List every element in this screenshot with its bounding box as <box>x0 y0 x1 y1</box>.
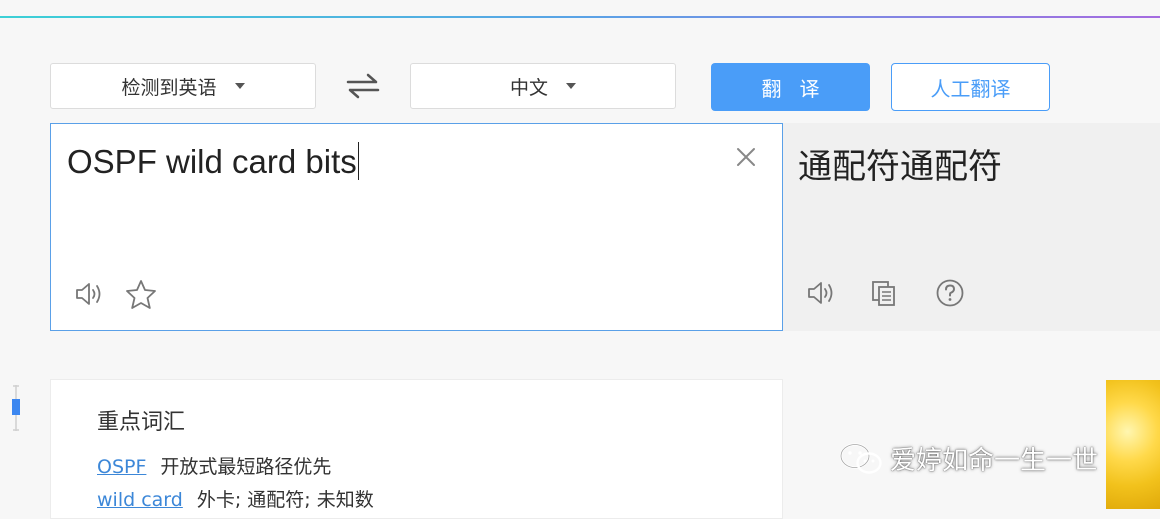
text-cursor <box>357 142 360 180</box>
help-button[interactable] <box>933 276 967 310</box>
chevron-down-icon <box>234 83 245 89</box>
favorite-button[interactable] <box>124 277 158 311</box>
translate-button-label: 翻译 <box>761 76 838 101</box>
target-language-label: 中文 <box>509 76 548 99</box>
translate-button[interactable]: 翻译 <box>711 63 870 111</box>
speaker-icon <box>808 282 833 304</box>
translation-result-text: 通配符通配符 <box>798 147 1002 187</box>
copy-icon <box>872 281 895 306</box>
swap-languages-button[interactable] <box>343 66 383 106</box>
wechat-icon <box>839 442 882 474</box>
vocabulary-item: OSPF 开放式最短路径优先 <box>97 452 331 479</box>
chevron-down-icon <box>566 83 576 89</box>
speaker-icon <box>76 283 101 305</box>
translation-result-panel: 通配符通配符 <box>783 123 1160 331</box>
top-accent-line <box>0 16 1160 18</box>
scroll-position-indicator[interactable] <box>11 385 21 431</box>
key-vocabulary-panel: 重点词汇 OSPF 开放式最短路径优先 wild card 外卡; 通配符; 未知数 <box>50 379 783 519</box>
source-speaker-button[interactable] <box>73 277 107 311</box>
result-speaker-button[interactable] <box>805 276 839 310</box>
vocabulary-meaning: 开放式最短路径优先 <box>160 456 332 478</box>
vocabulary-term-link[interactable]: wild card <box>97 489 183 511</box>
question-icon <box>936 279 964 307</box>
vocabulary-meaning: 外卡; 通配符; 未知数 <box>196 489 374 511</box>
target-language-select[interactable]: 中文 <box>410 63 676 109</box>
key-vocabulary-title: 重点词汇 <box>97 410 186 435</box>
close-icon <box>737 148 755 166</box>
watermark-text: 爱婷如命一生一世 <box>890 446 1099 476</box>
human-translation-button[interactable]: 人工翻译 <box>891 63 1050 111</box>
swap-arrows-icon <box>346 73 380 99</box>
source-text-value: OSPF wild card bits <box>67 143 357 180</box>
clear-text-button[interactable] <box>735 146 757 168</box>
side-advertisement-image[interactable] <box>1106 380 1160 509</box>
watermark: 爱婷如命一生一世 <box>838 440 1098 477</box>
source-text-area[interactable]: OSPF wild card bits <box>50 123 783 331</box>
human-translation-button-label: 人工翻译 <box>930 76 1011 101</box>
vocabulary-term-link[interactable]: OSPF <box>97 456 146 478</box>
vocabulary-item: wild card 外卡; 通配符; 未知数 <box>97 485 374 512</box>
source-language-label: 检测到英语 <box>121 76 217 99</box>
source-language-select[interactable]: 检测到英语 <box>50 63 316 109</box>
star-icon <box>126 280 156 309</box>
copy-result-button[interactable] <box>867 276 901 310</box>
source-text[interactable]: OSPF wild card bits <box>67 142 360 181</box>
